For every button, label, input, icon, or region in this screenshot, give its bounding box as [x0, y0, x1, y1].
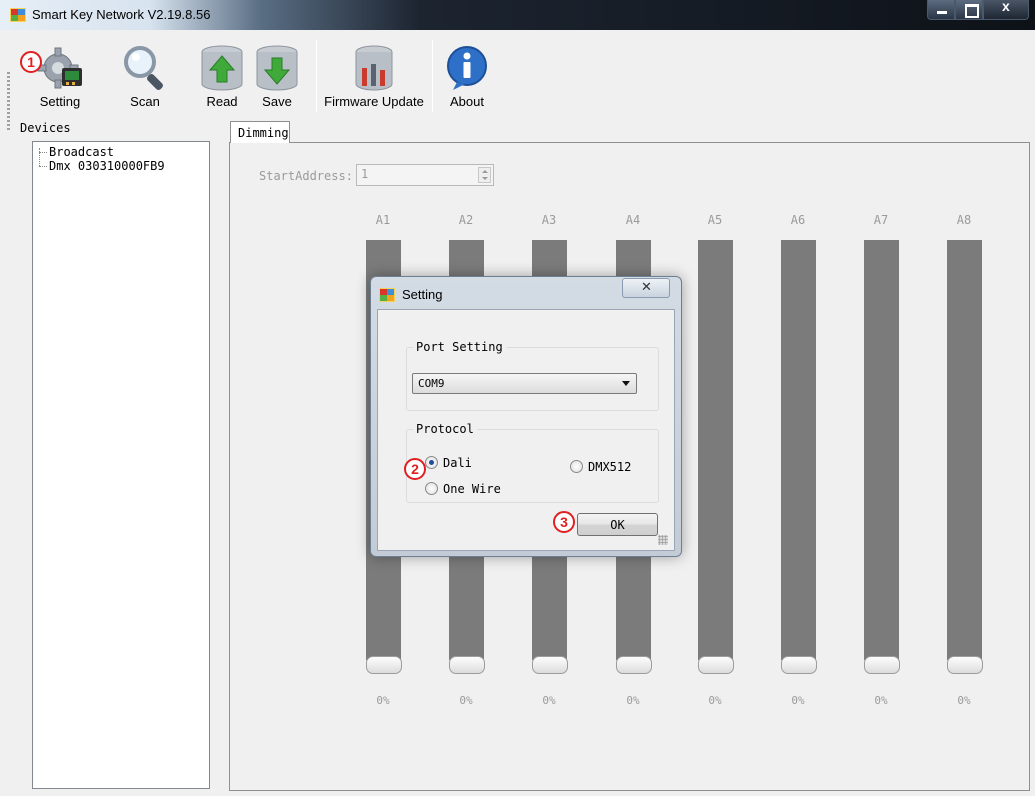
- database-up-icon: [201, 45, 243, 91]
- slider-thumb-a1[interactable]: [366, 656, 402, 674]
- channel-label-a3: A3: [541, 213, 557, 227]
- firmware-update-button[interactable]: Firmware Update: [320, 40, 428, 112]
- step-marker-3: 3: [553, 511, 575, 533]
- channel-label-a4: A4: [625, 213, 641, 227]
- channel-slider-a8[interactable]: [947, 240, 982, 660]
- tree-item-broadcast[interactable]: Broadcast: [49, 145, 114, 159]
- port-setting-title: Port Setting: [413, 340, 506, 354]
- start-address-stepper[interactable]: 1: [356, 164, 494, 186]
- about-button-label: About: [450, 94, 484, 109]
- info-icon: [447, 46, 487, 90]
- save-button[interactable]: Save: [250, 40, 304, 112]
- radio-dmx512[interactable]: [570, 460, 583, 473]
- slider-thumb-a5[interactable]: [698, 656, 734, 674]
- about-button[interactable]: About: [440, 40, 494, 112]
- maximize-icon[interactable]: [955, 0, 983, 20]
- step-marker-1: 1: [20, 51, 42, 73]
- channel-label-a1: A1: [375, 213, 391, 227]
- gear-icon: [37, 47, 82, 89]
- firmware-update-icon: [355, 45, 393, 91]
- toolbar-grip[interactable]: [7, 72, 10, 132]
- step-marker-2: 2: [404, 458, 426, 480]
- port-select-value: COM9: [418, 377, 445, 390]
- close-icon[interactable]: [983, 0, 1029, 20]
- channel-level-a8: 0%: [957, 694, 971, 707]
- tree-connector: [39, 152, 47, 153]
- devices-label: Devices: [20, 121, 74, 135]
- channel-label-a2: A2: [458, 213, 474, 227]
- toolbar: Setting Scan Read Save Firmware Update A…: [0, 30, 1035, 132]
- channel-label-a6: A6: [790, 213, 806, 227]
- channel-label-a7: A7: [873, 213, 889, 227]
- toolbar-separator: [432, 40, 433, 112]
- channel-level-a1: 0%: [376, 694, 390, 707]
- channel-level-a3: 0%: [542, 694, 556, 707]
- tree-connector: [39, 166, 47, 167]
- setting-button-label: Setting: [39, 94, 81, 109]
- slider-thumb-a2[interactable]: [449, 656, 485, 674]
- dialog-close-icon[interactable]: [622, 278, 670, 298]
- slider-thumb-a4[interactable]: [616, 656, 652, 674]
- channel-label-a5: A5: [707, 213, 723, 227]
- ok-button[interactable]: OK: [577, 513, 658, 536]
- tree-connector: [39, 148, 40, 166]
- title-bar: Smart Key Network V2.19.8.56: [0, 0, 1035, 30]
- window-title: Smart Key Network V2.19.8.56: [32, 7, 211, 22]
- channel-level-a5: 0%: [708, 694, 722, 707]
- start-address-label: StartAddress:: [259, 169, 353, 183]
- slider-thumb-a8[interactable]: [947, 656, 983, 674]
- protocol-title: Protocol: [413, 422, 477, 436]
- dialog-app-icon: [379, 288, 395, 302]
- setting-button[interactable]: Setting: [30, 40, 90, 112]
- radio-one-wire[interactable]: [425, 482, 438, 495]
- port-select[interactable]: COM9: [412, 373, 637, 394]
- radio-dali-label: Dali: [443, 456, 472, 470]
- dialog-title: Setting: [402, 287, 443, 302]
- slider-thumb-a3[interactable]: [532, 656, 568, 674]
- channel-level-a6: 0%: [791, 694, 805, 707]
- slider-thumb-a6[interactable]: [781, 656, 817, 674]
- radio-one-wire-label: One Wire: [443, 482, 501, 496]
- device-tree[interactable]: Broadcast Dmx 030310000FB9: [32, 141, 210, 789]
- spin-arrows-icon[interactable]: [478, 167, 491, 183]
- radio-dali[interactable]: [425, 456, 438, 469]
- resize-grip[interactable]: [658, 535, 668, 545]
- slider-thumb-a7[interactable]: [864, 656, 900, 674]
- chevron-down-icon: [622, 381, 630, 386]
- tree-item-dmx-device[interactable]: Dmx 030310000FB9: [49, 159, 165, 173]
- minimize-icon[interactable]: [927, 0, 955, 20]
- start-address-value: 1: [361, 167, 369, 181]
- channel-slider-a6[interactable]: [781, 240, 816, 660]
- scan-button-label: Scan: [130, 94, 160, 109]
- channel-level-a2: 0%: [459, 694, 473, 707]
- channel-level-a7: 0%: [874, 694, 888, 707]
- channel-label-a8: A8: [956, 213, 972, 227]
- app-icon: [10, 8, 26, 22]
- magnifier-icon: [124, 46, 163, 90]
- scan-button[interactable]: Scan: [115, 40, 175, 112]
- radio-dmx512-label: DMX512: [588, 460, 632, 474]
- channel-slider-a7[interactable]: [864, 240, 899, 660]
- tab-dimming[interactable]: Dimming: [230, 121, 290, 143]
- channel-slider-a5[interactable]: [698, 240, 733, 660]
- save-button-label: Save: [262, 94, 292, 109]
- firmware-update-button-label: Firmware Update: [324, 94, 424, 109]
- read-button[interactable]: Read: [195, 40, 249, 112]
- read-button-label: Read: [206, 94, 238, 109]
- channel-level-a4: 0%: [626, 694, 640, 707]
- database-down-icon: [256, 45, 298, 91]
- toolbar-separator: [316, 40, 317, 112]
